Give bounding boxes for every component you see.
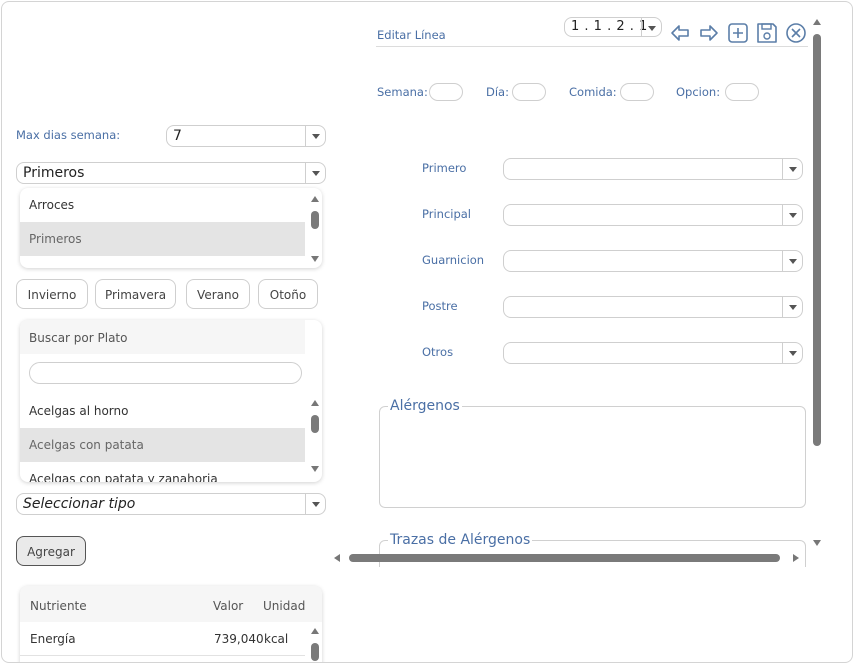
primero-select[interactable] bbox=[503, 158, 803, 180]
season-invierno-button[interactable]: Invierno bbox=[16, 279, 88, 309]
scroll-up-icon[interactable] bbox=[311, 400, 319, 406]
category-list-item-selected[interactable]: Primeros bbox=[20, 222, 305, 256]
chevron-down-icon[interactable] bbox=[782, 159, 802, 179]
dish-list-item-selected[interactable]: Acelgas con patata bbox=[20, 428, 305, 462]
scroll-down-icon[interactable] bbox=[311, 466, 319, 472]
semana-label: Semana: bbox=[377, 85, 428, 99]
nutrient-name: Energía bbox=[30, 632, 76, 646]
category-list-item[interactable]: Arroces bbox=[20, 188, 305, 222]
scroll-down-icon[interactable] bbox=[813, 540, 821, 546]
comida-label: Comida: bbox=[569, 85, 617, 99]
scroll-thumb[interactable] bbox=[349, 554, 780, 562]
table-row[interactable]: Energía 739,040 kcal bbox=[20, 622, 305, 656]
type-select[interactable]: Seleccionar tipo bbox=[16, 493, 326, 515]
traces-legend: Trazas de Alérgenos bbox=[390, 532, 531, 548]
otros-label: Otros bbox=[422, 345, 454, 359]
max-dias-select[interactable]: 7 bbox=[166, 125, 326, 147]
opcion-label: Opcion: bbox=[676, 85, 721, 99]
nutrient-value: 739,040 bbox=[214, 632, 264, 646]
scroll-right-icon[interactable] bbox=[793, 554, 799, 562]
save-icon[interactable] bbox=[756, 22, 778, 44]
scroll-left-icon[interactable] bbox=[334, 554, 340, 562]
chevron-down-icon[interactable] bbox=[641, 18, 661, 36]
dish-list-item[interactable]: Acelgas al horno bbox=[20, 394, 305, 428]
season-otono-button[interactable]: Otoño bbox=[258, 279, 318, 309]
dia-label: Día: bbox=[486, 85, 509, 99]
dia-input[interactable] bbox=[512, 83, 546, 101]
col-header-valor: Valor bbox=[213, 599, 244, 613]
guarnicion-select[interactable] bbox=[503, 250, 803, 272]
scroll-up-icon[interactable] bbox=[311, 628, 319, 634]
panel-vertical-scrollbar[interactable] bbox=[812, 19, 822, 546]
max-dias-label: Max dias semana: bbox=[16, 128, 121, 142]
scroll-thumb[interactable] bbox=[311, 211, 319, 229]
scroll-down-icon[interactable] bbox=[311, 256, 319, 262]
opcion-input[interactable] bbox=[725, 83, 759, 101]
chevron-down-icon[interactable] bbox=[305, 126, 325, 146]
scroll-up-icon[interactable] bbox=[813, 19, 821, 25]
postre-select[interactable] bbox=[503, 296, 803, 318]
dish-search-panel: Buscar por Plato Acelgas al horno Acelga… bbox=[20, 320, 322, 482]
category-list-scrollbar[interactable] bbox=[310, 196, 320, 262]
allergens-group[interactable]: Alérgenos bbox=[379, 398, 806, 508]
chevron-down-icon[interactable] bbox=[782, 343, 802, 363]
chevron-down-icon[interactable] bbox=[782, 205, 802, 225]
col-header-unidad: Unidad bbox=[263, 599, 306, 613]
chevron-down-icon[interactable] bbox=[305, 163, 325, 183]
arrow-left-icon[interactable] bbox=[669, 22, 691, 44]
allergens-legend: Alérgenos bbox=[390, 398, 460, 414]
category-select-value: Primeros bbox=[23, 165, 85, 181]
scroll-up-icon[interactable] bbox=[311, 196, 319, 202]
dish-list-scrollbar[interactable] bbox=[310, 400, 320, 472]
season-verano-button[interactable]: Verano bbox=[186, 279, 250, 309]
col-header-nutriente: Nutriente bbox=[30, 599, 87, 613]
season-primavera-button[interactable]: Primavera bbox=[95, 279, 176, 309]
nutrients-table: Nutriente Valor Unidad Energía 739,040 k… bbox=[20, 586, 322, 662]
chevron-down-icon[interactable] bbox=[782, 297, 802, 317]
comida-input[interactable] bbox=[620, 83, 654, 101]
title-divider bbox=[376, 46, 808, 47]
dish-search-input[interactable] bbox=[29, 362, 302, 384]
edit-line-panel: Editar Línea 1 . 1 . 2 . 1 Semana: Día: … bbox=[331, 12, 823, 567]
add-icon[interactable] bbox=[727, 22, 749, 44]
nutrients-scrollbar[interactable] bbox=[310, 628, 320, 662]
postre-label: Postre bbox=[422, 299, 458, 313]
close-icon[interactable] bbox=[785, 22, 807, 44]
panel-horizontal-scrollbar[interactable] bbox=[334, 553, 800, 565]
app-window: Max dias semana: 7 Primeros Arroces Prim… bbox=[1, 1, 853, 663]
scroll-thumb[interactable] bbox=[311, 415, 319, 433]
line-code-value: 1 . 1 . 2 . 1 bbox=[571, 19, 648, 34]
arrow-right-icon[interactable] bbox=[698, 22, 720, 44]
panel-title: Editar Línea bbox=[377, 28, 446, 42]
principal-select[interactable] bbox=[503, 204, 803, 226]
category-list: Arroces Primeros bbox=[20, 188, 322, 268]
chevron-down-icon[interactable] bbox=[305, 494, 325, 514]
dish-list-item[interactable]: Acelgas con patata y zanahoria bbox=[20, 462, 305, 482]
scroll-thumb[interactable] bbox=[311, 643, 319, 661]
add-button[interactable]: Agregar bbox=[16, 536, 86, 566]
principal-label: Principal bbox=[422, 207, 472, 221]
category-select[interactable]: Primeros bbox=[16, 162, 326, 184]
guarnicion-label: Guarnicion bbox=[422, 253, 485, 267]
max-dias-value: 7 bbox=[173, 128, 182, 144]
type-select-value: Seleccionar tipo bbox=[23, 496, 136, 512]
primero-label: Primero bbox=[422, 161, 467, 175]
line-code-select[interactable]: 1 . 1 . 2 . 1 bbox=[564, 17, 662, 37]
semana-input[interactable] bbox=[429, 83, 463, 101]
chevron-down-icon[interactable] bbox=[782, 251, 802, 271]
nutrient-unit: kcal bbox=[264, 632, 289, 646]
otros-select[interactable] bbox=[503, 342, 803, 364]
scroll-thumb[interactable] bbox=[813, 34, 821, 446]
dish-search-header: Buscar por Plato bbox=[20, 320, 305, 354]
